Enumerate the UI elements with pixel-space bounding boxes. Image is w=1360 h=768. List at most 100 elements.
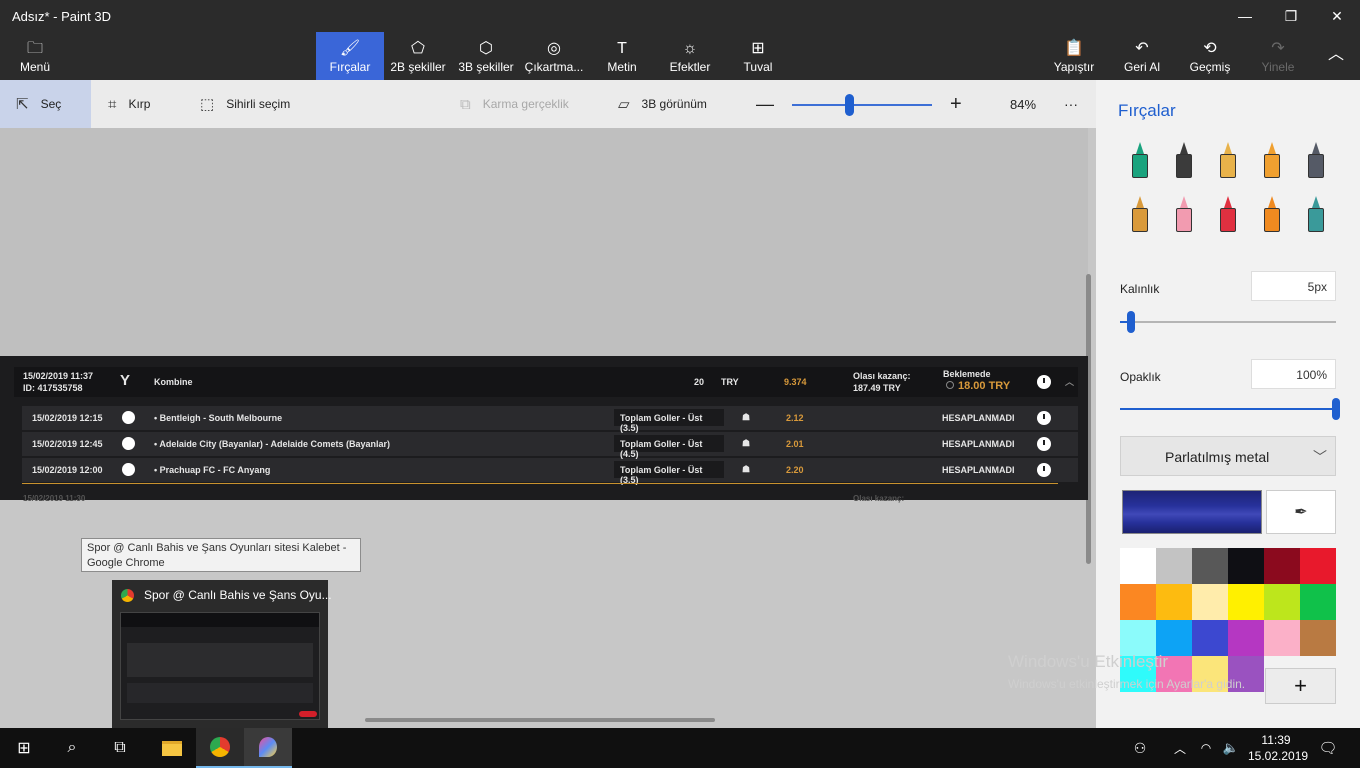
opacity-slider-thumb[interactable] [1332,398,1340,420]
paste-button[interactable]: 📋 Yapıştır [1048,32,1100,80]
color-swatch[interactable] [1120,620,1156,656]
zoom-slider[interactable] [792,104,932,106]
oil-brush-icon[interactable] [1216,142,1240,178]
color-swatch[interactable] [1120,584,1156,620]
color-swatch[interactable] [1156,656,1192,692]
time: 11:39 [1261,733,1291,747]
chevron-up-icon[interactable]: ︿ [1065,375,1074,388]
zoom-out-button[interactable]: — [756,80,774,128]
tab-effects[interactable]: ☼ Efektler [656,32,724,80]
color-swatch[interactable] [1120,548,1156,584]
select-button[interactable]: ⇱ Seç [0,80,91,128]
thickness-slider[interactable] [1120,321,1336,323]
tab-3d-shapes[interactable]: ⬡ 3B şekiller [452,32,520,80]
color-swatch[interactable] [1156,548,1192,584]
network-button[interactable]: ◠ [1194,728,1218,768]
color-swatch[interactable] [1156,584,1192,620]
color-swatch[interactable] [1300,548,1336,584]
cube-icon: ⬡ [479,40,493,57]
color-swatch[interactable] [1192,620,1228,656]
eraser-icon[interactable] [1172,196,1196,232]
chrome-thumbnail-preview[interactable]: Spor @ Canlı Bahis ve Şans Oyu... [112,580,332,728]
start-button[interactable]: ⊞ [0,728,48,768]
clock-icon [1037,411,1051,425]
tab-brushes[interactable]: 🖌 Fırçalar [316,32,384,80]
tab-canvas[interactable]: ⊞ Tuval [724,32,792,80]
spray-can-icon[interactable] [1260,196,1284,232]
color-swatch[interactable] [1228,584,1264,620]
color-swatch[interactable] [1156,620,1192,656]
zoom-slider-thumb[interactable] [845,94,854,116]
color-swatch[interactable] [1264,584,1300,620]
color-swatch[interactable] [1192,584,1228,620]
fill-icon[interactable] [1304,196,1328,232]
chevron-up-icon: ︿ [1173,741,1186,756]
zoom-in-button[interactable]: + [950,80,962,128]
clock-icon [1037,437,1051,451]
redo-icon: ↷ [1271,40,1285,57]
redo-button[interactable]: ↷ Yinele [1252,32,1304,80]
calligraphy-pen-icon[interactable] [1172,142,1196,178]
color-swatch[interactable] [1264,620,1300,656]
color-swatch[interactable] [1300,620,1336,656]
pencil-icon[interactable] [1128,196,1152,232]
search-button[interactable]: ⌕ [48,728,96,768]
watercolor-icon[interactable] [1260,142,1284,178]
row-match: • Prachuap FC - FC Anyang [154,465,271,475]
color-swatch[interactable] [1228,620,1264,656]
texture-dropdown[interactable]: Parlatılmış metal ﹀ [1120,436,1336,476]
current-color[interactable] [1122,490,1262,534]
undo-button[interactable]: ↶ Geri Al [1116,32,1168,80]
color-swatch[interactable] [1228,656,1264,692]
color-swatch[interactable] [1120,656,1156,692]
chrome-taskbar-button[interactable] [196,728,244,768]
crayon-icon[interactable] [1216,196,1240,232]
color-swatch[interactable] [1192,548,1228,584]
tab-stickers[interactable]: ◎ Çıkartma... [520,32,588,80]
clock-button[interactable]: 11:39 15.02.2019 [1248,732,1308,764]
3d-view-button[interactable]: ▱ 3B görünüm [618,80,707,128]
thickness-input[interactable]: 5px [1251,271,1336,301]
pasted-bet-slip[interactable]: 15/02/2019 11:37 ID: 417535758 Y Kombine… [0,356,1088,503]
close-button[interactable]: ✕ [1314,0,1360,32]
thumbnail-content [127,643,313,677]
minus-icon: — [756,93,774,114]
color-swatch[interactable] [1264,548,1300,584]
opacity-input[interactable]: 100% [1251,359,1336,389]
thickness-slider-thumb[interactable] [1126,311,1135,333]
volume-button[interactable]: 🔈 [1218,728,1244,768]
tab-2d-shapes[interactable]: ⬠ 2B şekiller [384,32,452,80]
texture-value: Parlatılmış metal [1165,449,1270,465]
maximize-button[interactable]: ❐ [1268,0,1314,32]
paint3d-taskbar-button[interactable] [244,728,292,768]
2d-shapes-icon: ⬠ [411,40,425,57]
add-color-button[interactable]: + [1265,668,1336,704]
menu-button[interactable]: 🗀 Menü [10,32,60,80]
eyedropper-button[interactable]: ✒ [1266,490,1336,534]
color-swatch[interactable] [1192,656,1228,692]
minimize-button[interactable]: — [1222,0,1268,32]
file-explorer-button[interactable] [148,728,196,768]
magic-select-button[interactable]: ⬚ Sihirli seçim [200,80,290,128]
crop-button[interactable]: ⌗ Kırp [108,80,150,128]
show-hidden-icons-button[interactable]: ︿ [1168,728,1192,768]
tab-text[interactable]: T Metin [588,32,656,80]
opacity-slider-fill [1120,408,1336,410]
pixel-pen-icon[interactable] [1304,142,1328,178]
people-button[interactable]: ⚇ [1120,728,1160,768]
bet-id: ID: 417535758 [23,383,83,393]
folder-icon: 🗀 [26,40,43,57]
chrome-icon [210,737,230,757]
marker-icon[interactable] [1128,142,1152,178]
history-button[interactable]: ⟲ Geçmiş [1184,32,1236,80]
color-swatch[interactable] [1228,548,1264,584]
mixed-reality-button[interactable]: ⧉ Karma gerçeklik [460,80,569,128]
tab-label: Fırçalar [329,60,371,74]
color-swatch[interactable] [1300,584,1336,620]
horizontal-scrollbar[interactable] [365,718,715,722]
task-view-button[interactable]: ⧉ [96,728,144,768]
more-options-button[interactable]: ··· [1064,80,1078,128]
collapse-ribbon-button[interactable]: ︿ [1316,32,1356,80]
action-center-button[interactable]: 🗨 [1308,728,1348,768]
window-title: Adsız* - Paint 3D [12,9,111,24]
